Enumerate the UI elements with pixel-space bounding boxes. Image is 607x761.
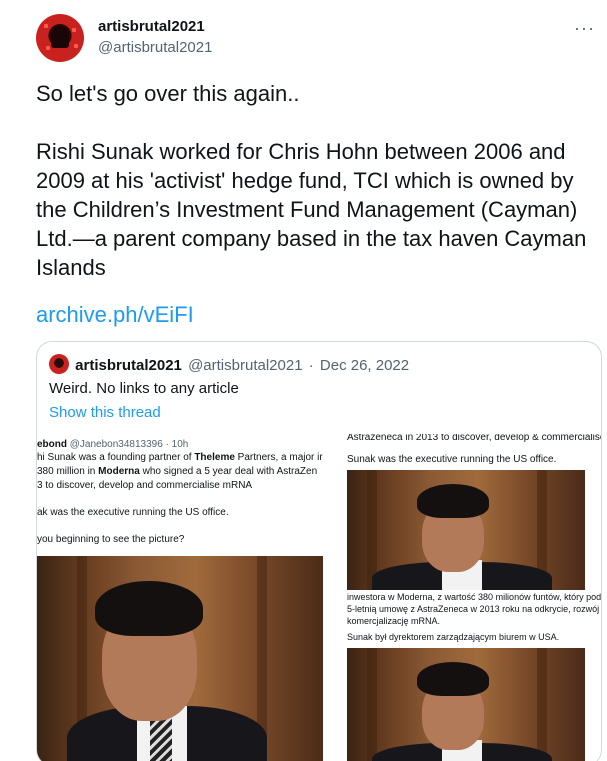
screenshot-bold: Theleme [194, 452, 235, 463]
show-thread-link[interactable]: Show this thread [49, 404, 161, 421]
screenshot-line: Astrazeneca in 2013 to discover, develop… [347, 434, 602, 443]
avatar-figure [51, 26, 69, 48]
screenshot-line: inwestora w Moderna, z wartość 380 milio… [347, 592, 602, 602]
screenshot-author: ebond [37, 439, 67, 450]
quoted-media[interactable]: ebond @Janebon34813396 · 10h hi Sunak wa… [37, 434, 602, 761]
screenshot-text: Partners, a major ir [234, 452, 323, 463]
screenshot-header: ebond @Janebon34813396 · 10h [37, 439, 188, 450]
screenshot-line: Sunak was the executive running the US o… [347, 454, 557, 465]
screenshot-handle: @Janebon34813396 · 10h [69, 439, 189, 450]
avatar-dot [74, 44, 78, 48]
wall-panel [537, 648, 547, 761]
hair [417, 484, 489, 518]
wall-panel [367, 648, 377, 761]
screenshot-text: who signed a 5 year deal with AstraZen [139, 466, 318, 477]
quoted-author-name[interactable]: artisbrutal2021 [75, 357, 182, 374]
portrait-photo [37, 556, 323, 761]
quoted-author-handle[interactable]: @artisbrutal2021 [188, 357, 302, 374]
quoted-tweet-text: Weird. No links to any article [49, 380, 239, 397]
quoted-tweet[interactable]: artisbrutal2021 @artisbrutal2021 · Dec 2… [36, 341, 602, 761]
separator-dot: · [308, 357, 314, 374]
screenshot-text: 380 million in [37, 466, 99, 477]
tweet-header: artisbrutal2021 @artisbrutal2021 ··· [36, 14, 607, 62]
author-avatar[interactable] [36, 14, 84, 62]
author-name[interactable]: artisbrutal2021 [98, 18, 205, 35]
author-handle[interactable]: @artisbrutal2021 [98, 39, 212, 56]
quoted-tweet-header: artisbrutal2021 @artisbrutal2021 · Dec 2… [49, 354, 589, 374]
screenshot-line: 3 to discover, develop and commercialise… [37, 480, 253, 491]
quoted-author-avatar[interactable] [49, 354, 69, 374]
screenshot-line: 380 million in Moderna who signed a 5 ye… [37, 466, 317, 477]
hair [417, 662, 489, 696]
tweet-paragraph: Rishi Sunak worked for Chris Hohn betwee… [36, 139, 587, 280]
screenshot-line: you beginning to see the picture? [37, 534, 185, 545]
more-options-icon[interactable]: ··· [574, 18, 595, 39]
hair [95, 581, 203, 636]
avatar-dot [44, 24, 48, 28]
screenshot-bold: Moderna [98, 466, 140, 477]
screenshot-line: Sunak był dyrektorem zarządzającym biure… [347, 632, 560, 642]
portrait-photo [347, 648, 585, 761]
screenshot-line: komercjalizację mRNA. [347, 616, 441, 626]
screenshot-line: ak was the executive running the US offi… [37, 507, 229, 518]
portrait-photo [347, 470, 585, 590]
screenshot-line: hi Sunak was a founding partner of Thele… [37, 452, 323, 463]
archive-link[interactable]: archive.ph/vEiFI [36, 302, 194, 328]
tweet-text: So let's go over this again.. Rishi Suna… [36, 79, 598, 311]
left-screenshot-image[interactable]: ebond @Janebon34813396 · 10h hi Sunak wa… [37, 434, 325, 761]
tweet-paragraph: So let's go over this again.. [36, 81, 300, 106]
avatar-dot [46, 46, 50, 50]
screenshot-line: 5-letnią umowę z AstraZeneca w 2013 roku… [347, 604, 602, 614]
screenshot-text: hi Sunak was a founding partner of [37, 452, 195, 463]
right-screenshot-image[interactable]: Astrazeneca in 2013 to discover, develop… [327, 434, 602, 761]
avatar-dot [72, 28, 76, 32]
quoted-tweet-date[interactable]: Dec 26, 2022 [320, 357, 409, 374]
